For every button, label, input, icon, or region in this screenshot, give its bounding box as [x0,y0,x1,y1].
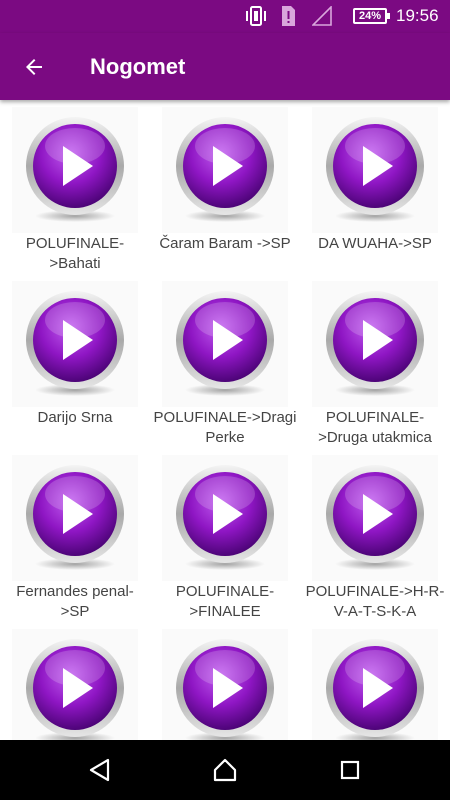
video-tile[interactable]: POLUFINALE->Bahati [12,107,138,275]
video-thumbnail [162,107,288,233]
play-button-icon [26,291,124,396]
video-thumbnail [12,629,138,740]
battery-level: 24% [358,10,382,22]
arrow-left-icon [26,59,42,75]
video-thumbnail [312,455,438,581]
video-title: DA WUAHA->SP [318,235,432,252]
video-thumbnail [12,455,138,581]
video-thumbnail [312,107,438,233]
battery-icon: 24% [353,8,390,24]
play-button-icon [326,117,424,222]
video-thumbnail [12,107,138,233]
play-button-icon [326,291,424,396]
video-title: POLUFINALE->Druga utakmica [318,409,432,446]
home-icon [213,758,237,782]
page-title: Nogomet [90,54,186,79]
video-thumbnail [162,455,288,581]
video-tile[interactable]: Darijo Srna [12,281,138,449]
video-tile[interactable] [312,629,438,740]
nav-recents-button[interactable] [326,750,374,790]
play-button-icon [326,465,424,570]
video-tile[interactable]: Fernandes penal->SP [12,455,138,623]
play-button-icon [26,639,124,740]
clock: 19:56 [396,6,439,25]
video-thumbnail [162,629,288,740]
video-title: Čaram Baram ->SP [159,235,291,252]
play-button-icon [26,465,124,570]
video-thumbnail [12,281,138,407]
play-button-icon [326,639,424,740]
play-button-icon [176,639,274,740]
video-thumbnail [162,281,288,407]
square-recents-icon [340,760,360,780]
video-tile[interactable]: POLUFINALE->FINALEE [162,455,288,623]
video-thumbnail [312,281,438,407]
video-title: POLUFINALE->H-R-V-A-T-S-K-A [305,583,445,620]
play-button-icon [176,117,274,222]
video-tile[interactable] [162,629,288,740]
vibrate-icon [246,6,266,26]
video-tile[interactable]: POLUFINALE->H-R-V-A-T-S-K-A [306,455,444,623]
app-bar: Nogomet [0,33,450,100]
video-title: POLUFINALE->FINALEE [175,583,275,620]
video-tile[interactable]: POLUFINALE->Druga utakmica [312,281,438,449]
play-button-icon [176,465,274,570]
video-title: POLUFINALE->Dragi Perke [153,409,297,446]
sim-alert-icon [282,6,295,26]
play-button-icon [26,117,124,222]
nav-back-button[interactable] [76,750,124,790]
play-button-icon [176,291,274,396]
video-tile[interactable]: POLUFINALE->Dragi Perke [154,281,296,449]
nav-home-button[interactable] [201,750,249,790]
video-tile[interactable]: Čaram Baram ->SP [159,107,291,275]
status-bar: 24% 19:56 [0,0,450,33]
video-title: Fernandes penal->SP [16,583,134,620]
back-button[interactable] [14,47,54,87]
video-tile[interactable]: DA WUAHA->SP [312,107,438,275]
video-tile[interactable] [12,629,138,740]
video-grid: POLUFINALE->Bahati Čaram Baram ->SP DA WUA… [0,100,450,740]
video-title: Darijo Srna [37,409,113,426]
triangle-back-icon [89,758,110,782]
signal-icon [312,6,332,26]
video-title: POLUFINALE->Bahati [25,235,125,272]
screen: 24% 19:56 Nogomet POLUFINALE->Bahati Čara… [0,0,450,800]
navigation-bar [0,740,450,800]
video-thumbnail [312,629,438,740]
